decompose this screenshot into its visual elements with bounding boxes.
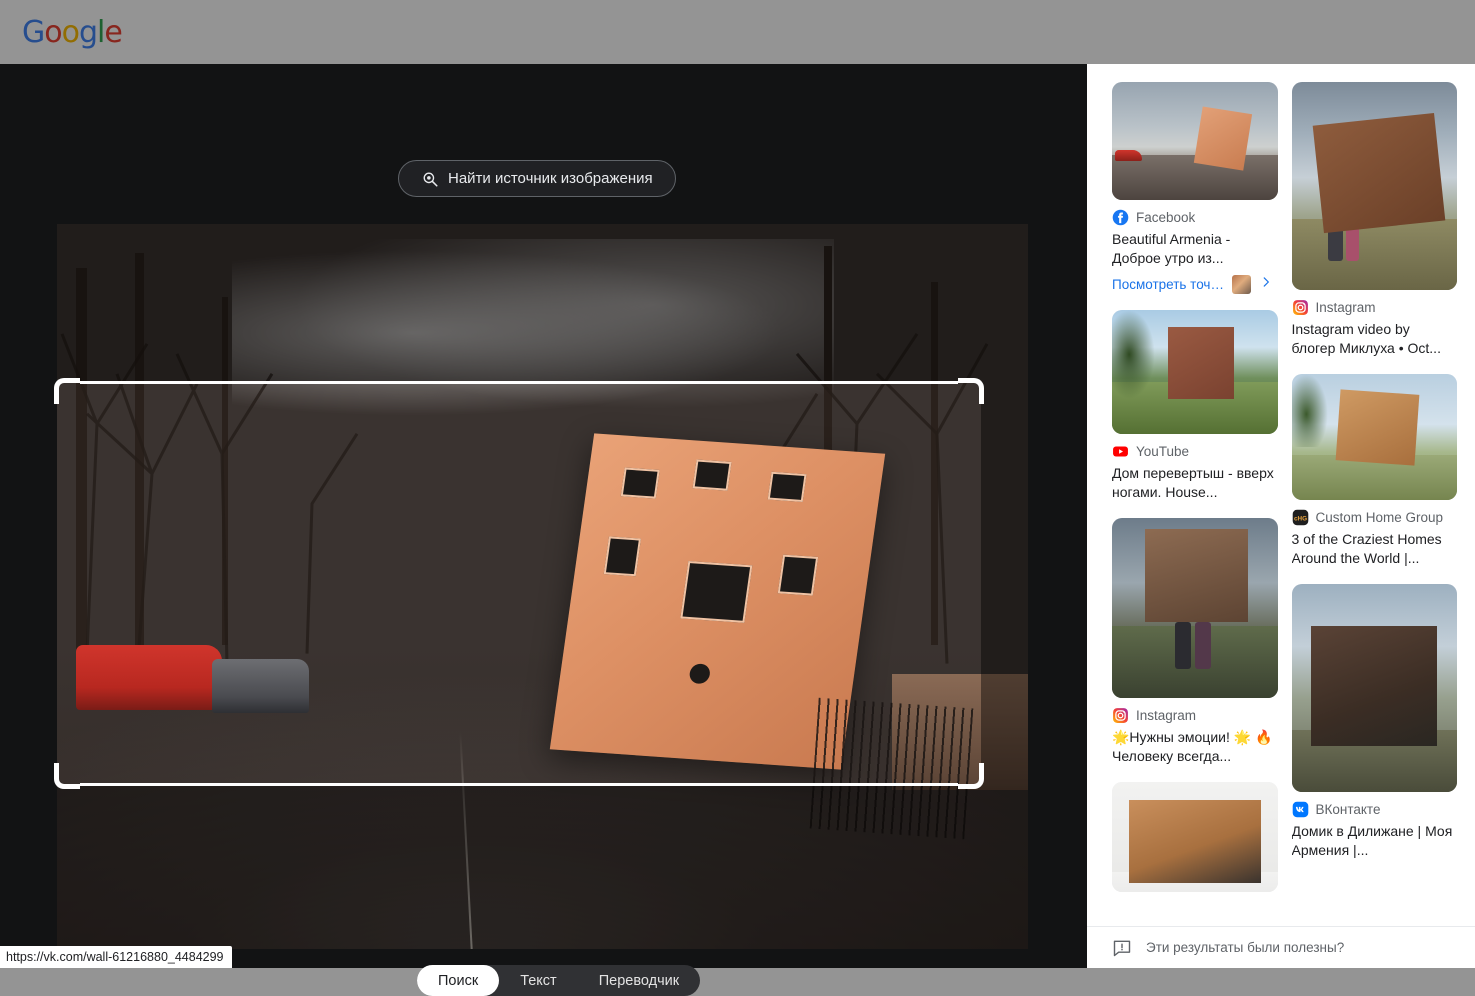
feedback-bubble-icon xyxy=(1112,938,1132,958)
google-logo[interactable]: Google xyxy=(22,15,122,50)
result-title[interactable]: Instagram video by блогер Миклуха • Oct.… xyxy=(1292,320,1458,358)
result-title[interactable]: 🌟Нужны эмоции! 🌟 🔥Человеку всегда... xyxy=(1112,728,1278,766)
results-masonry: Facebook Beautiful Armenia - Доброе утро … xyxy=(1087,64,1475,926)
mode-tab-0[interactable]: Поиск xyxy=(417,965,499,996)
facebook-icon xyxy=(1112,209,1129,226)
result-title[interactable]: Дом перевертыш - вверх ногами. House... xyxy=(1112,464,1278,502)
result-thumbnail[interactable] xyxy=(1112,310,1278,434)
results-column-right: Instagram Instagram video by блогер Миклу… xyxy=(1292,82,1458,926)
logo-letter: g xyxy=(79,15,97,50)
svg-text:cHG: cHG xyxy=(1293,515,1306,522)
lens-search-icon xyxy=(421,170,439,188)
thumb-house xyxy=(1194,107,1252,171)
result-thumbnail[interactable] xyxy=(1292,374,1458,500)
logo-letter: G xyxy=(22,15,44,50)
exact-match-link[interactable]: Посмотреть точны... xyxy=(1112,277,1224,292)
mode-tab-1[interactable]: Текст xyxy=(499,965,578,996)
grey-car xyxy=(212,659,309,713)
metal-fence xyxy=(810,697,974,838)
result-card[interactable]: Facebook Beautiful Armenia - Доброе утро … xyxy=(1112,82,1278,294)
results-column-left: Facebook Beautiful Armenia - Доброе утро … xyxy=(1112,82,1278,926)
exact-match-thumbnail xyxy=(1232,275,1251,294)
result-source-row: ВКонтакте xyxy=(1292,801,1458,818)
result-thumbnail[interactable] xyxy=(1112,782,1278,892)
exact-match-row[interactable]: Посмотреть точны... xyxy=(1112,275,1278,294)
result-card[interactable]: ВКонтакте Домик в Дилижане | Моя Армения … xyxy=(1292,584,1458,860)
find-image-source-button[interactable]: Найти источник изображения xyxy=(398,160,676,197)
logo-letter: o xyxy=(62,15,79,50)
result-card[interactable]: YouTube Дом перевертыш - вверх ногами. Ho… xyxy=(1112,310,1278,502)
result-thumbnail[interactable] xyxy=(1292,82,1458,290)
result-thumbnail[interactable] xyxy=(1112,518,1278,698)
result-source-name: YouTube xyxy=(1136,444,1189,459)
selected-image[interactable] xyxy=(57,224,1028,949)
result-thumbnail[interactable] xyxy=(1112,82,1278,200)
instagram-icon xyxy=(1112,707,1129,724)
result-card[interactable] xyxy=(1112,782,1278,892)
result-source-row: Facebook xyxy=(1112,209,1278,226)
logo-letter: o xyxy=(44,15,61,50)
result-source-row: Instagram xyxy=(1112,707,1278,724)
thumb-house xyxy=(1311,626,1437,747)
result-title[interactable]: 3 of the Craziest Homes Around the World… xyxy=(1292,530,1458,568)
find-image-source-label: Найти источник изображения xyxy=(448,170,653,187)
logo-letter: e xyxy=(104,15,121,50)
mode-tab-2[interactable]: Переводчик xyxy=(578,965,700,996)
mode-switcher: ПоискТекстПереводчик xyxy=(417,965,700,996)
vk-icon xyxy=(1292,801,1309,818)
result-card[interactable]: Instagram 🌟Нужны эмоции! 🌟 🔥Человеку всег… xyxy=(1112,518,1278,766)
bare-branches xyxy=(57,224,1028,674)
feedback-label: Эти результаты были полезны? xyxy=(1146,940,1344,955)
road-center-line xyxy=(459,732,472,949)
thumb-house xyxy=(1145,529,1248,623)
thumb-house xyxy=(1313,113,1446,233)
result-source-name: Instagram xyxy=(1136,708,1196,723)
feedback-bar[interactable]: Эти результаты были полезны? xyxy=(1087,926,1475,968)
result-thumbnail[interactable] xyxy=(1292,584,1458,792)
result-source-row: YouTube xyxy=(1112,443,1278,460)
thumb-house xyxy=(1168,327,1234,399)
result-source-name: Custom Home Group xyxy=(1316,510,1444,525)
youtube-icon xyxy=(1112,443,1129,460)
result-source-name: Facebook xyxy=(1136,210,1195,225)
thumb-house xyxy=(1129,800,1261,884)
result-source-row: cHG Custom Home Group xyxy=(1292,509,1458,526)
chevron-right-icon[interactable] xyxy=(1259,275,1273,294)
custom-home-group-icon: cHG xyxy=(1292,509,1309,526)
status-bar-url: https://vk.com/wall-61216880_4484299 xyxy=(0,946,232,968)
red-car xyxy=(76,645,222,710)
result-title[interactable]: Домик в Дилижане | Моя Армения |... xyxy=(1292,822,1458,860)
result-source-name: Instagram xyxy=(1316,300,1376,315)
image-viewer-stage: Найти источник изображения ПоискТекстПер… xyxy=(0,64,1087,968)
thumb-ground xyxy=(1292,219,1458,290)
result-source-row: Instagram xyxy=(1292,299,1458,316)
thumb-house xyxy=(1335,389,1419,465)
app-header: Google xyxy=(0,0,1475,64)
result-title[interactable]: Beautiful Armenia - Доброе утро из... xyxy=(1112,230,1278,268)
instagram-icon xyxy=(1292,299,1309,316)
result-card[interactable]: Instagram Instagram video by блогер Миклу… xyxy=(1292,82,1458,358)
result-source-name: ВКонтакте xyxy=(1316,802,1381,817)
photo-backdrop xyxy=(57,224,1028,949)
logo-letter: l xyxy=(97,15,104,50)
visual-matches-panel: Facebook Beautiful Armenia - Доброе утро … xyxy=(1087,64,1475,968)
result-card[interactable]: cHG Custom Home Group 3 of the Craziest Ho… xyxy=(1292,374,1458,568)
